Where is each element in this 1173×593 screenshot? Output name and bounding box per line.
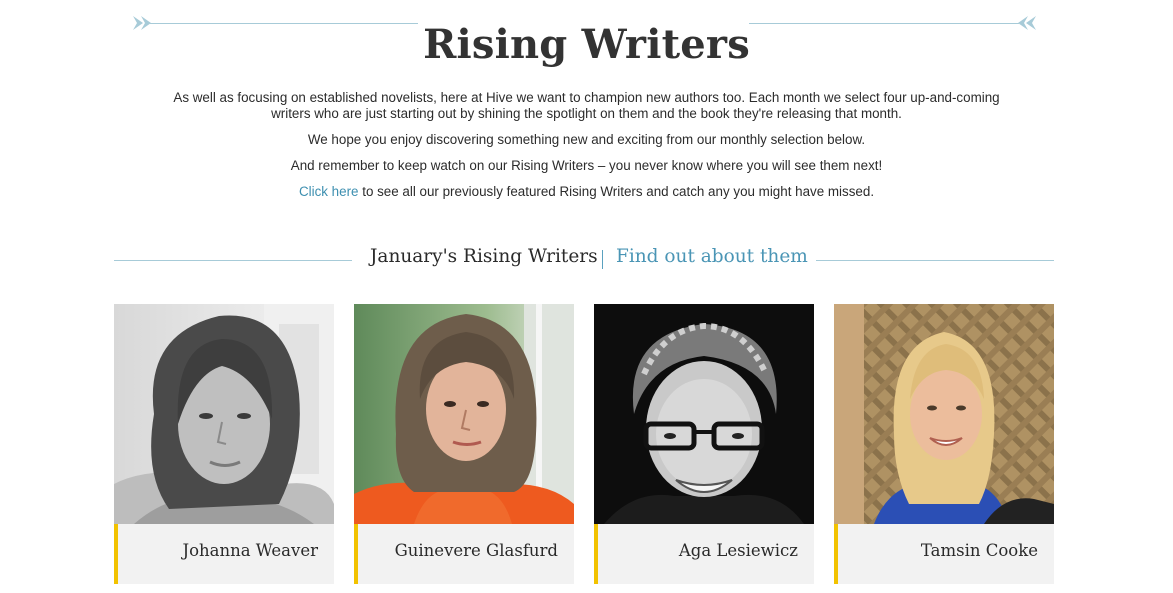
intro-text: As well as focusing on established novel…	[170, 90, 1003, 210]
writer-card[interactable]: Guinevere Glasfurd	[354, 304, 574, 584]
writer-photo[interactable]	[594, 304, 814, 524]
section-rule-left	[114, 260, 352, 261]
writer-photo[interactable]	[114, 304, 334, 524]
header-rule-right	[749, 23, 1019, 24]
intro-paragraph: And remember to keep watch on our Rising…	[290, 158, 883, 173]
writer-card[interactable]: Johanna Weaver	[114, 304, 334, 584]
writer-card[interactable]: Aga Lesiewicz	[594, 304, 814, 584]
section-rule-right	[816, 260, 1054, 261]
name-bar[interactable]: Tamsin Cooke	[834, 524, 1054, 584]
writer-card[interactable]: Tamsin Cooke	[834, 304, 1054, 584]
name-bar[interactable]: Johanna Weaver	[114, 524, 334, 584]
section-title: January's Rising Writers	[370, 246, 598, 267]
page-title: Rising Writers	[423, 20, 750, 68]
writer-name: Tamsin Cooke	[920, 541, 1038, 560]
section-divider	[602, 250, 603, 269]
find-out-link[interactable]: Find out about them	[616, 246, 808, 267]
writer-photo[interactable]	[834, 304, 1054, 524]
intro-paragraph: As well as focusing on established novel…	[173, 90, 1000, 121]
writer-photo[interactable]	[354, 304, 574, 524]
intro-paragraph-text: to see all our previously featured Risin…	[358, 184, 875, 199]
arrow-left-ornament-icon	[1018, 16, 1036, 30]
writer-name: Johanna Weaver	[182, 541, 318, 560]
name-bar[interactable]: Guinevere Glasfurd	[354, 524, 574, 584]
name-bar[interactable]: Aga Lesiewicz	[594, 524, 814, 584]
intro-paragraph: Click here to see all our previously fea…	[170, 184, 1003, 200]
page: Rising Writers As well as focusing on es…	[0, 0, 1173, 593]
intro-paragraph: We hope you enjoy discovering something …	[307, 132, 866, 147]
section-heading: January's Rising Writers Find out about …	[0, 246, 1173, 274]
writer-name: Aga Lesiewicz	[678, 541, 798, 560]
writer-name: Guinevere Glasfurd	[394, 541, 558, 560]
click-here-link[interactable]: Click here	[299, 184, 359, 199]
